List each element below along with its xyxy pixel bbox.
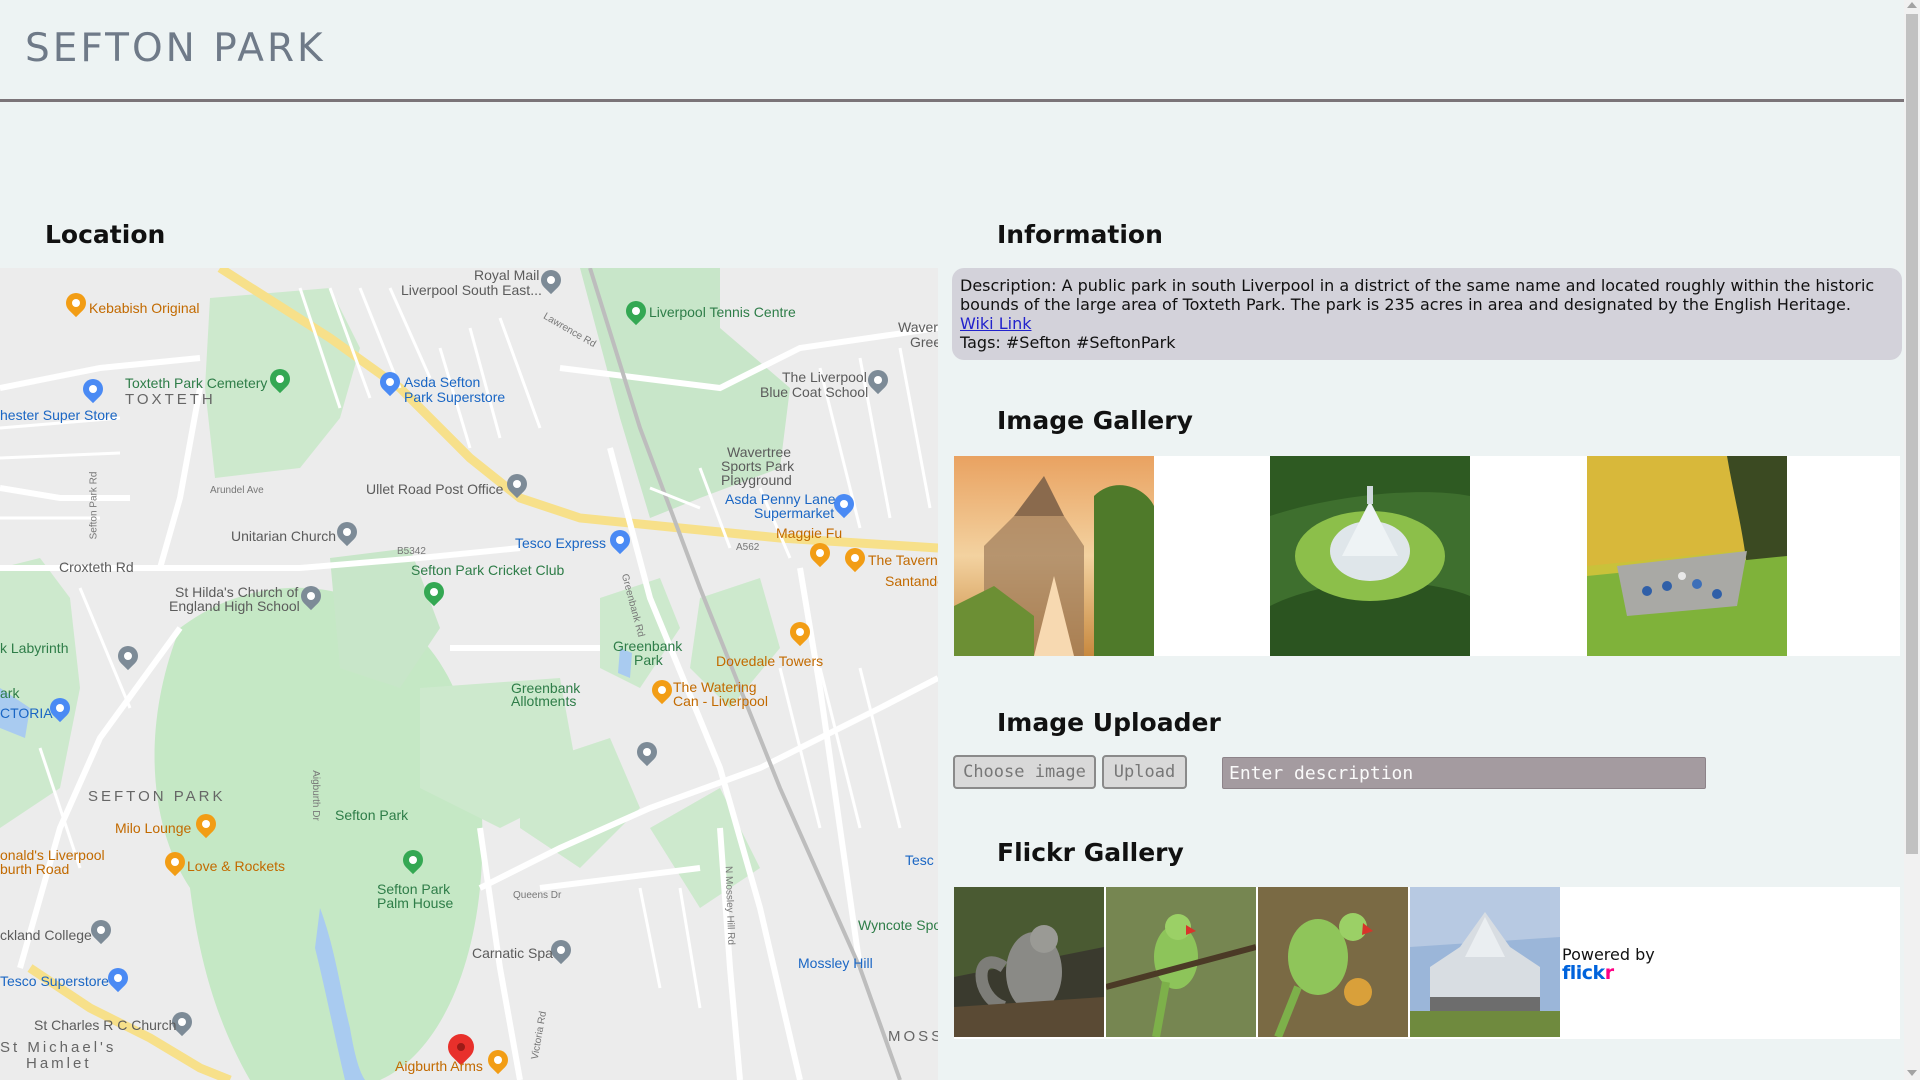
flickr-image-palm-house[interactable] (1410, 887, 1560, 1037)
map-label: Liverpool Tennis Centre (649, 304, 796, 320)
map-label: Ullet Road Post Office (366, 481, 504, 497)
map-label: burth Road (0, 861, 70, 877)
map-label: Croxteth Rd (59, 559, 134, 575)
map-label: CTORIA (0, 705, 53, 721)
map-label: Can - Liverpool (673, 693, 768, 709)
map-label: TOXTETH (125, 391, 216, 408)
map-label: ark (0, 685, 20, 701)
gallery-image-park-visitors[interactable] (1587, 456, 1787, 656)
map-label: Supermarket (754, 505, 835, 521)
description-text: Description: A public park in south Live… (960, 276, 1875, 314)
gallery-image-palm-house-aerial[interactable] (1270, 456, 1470, 656)
location-heading: Location (45, 220, 166, 249)
map-label: Playground (721, 472, 792, 488)
map-label: Sefton Park Rd (88, 471, 100, 540)
flickr-image-parakeet-1[interactable] (1106, 887, 1256, 1037)
map-label: Palm House (377, 895, 454, 911)
map-label: Blue Coat School (760, 384, 869, 400)
image-gallery (954, 456, 1900, 656)
flickr-gallery (954, 887, 1900, 1039)
map-label: Aigburth Arms (395, 1058, 483, 1074)
map-label: k Labyrinth (0, 640, 69, 656)
map-label: Love & Rockets (187, 858, 286, 874)
map-label: Tesco Express (515, 535, 607, 551)
map-label: Asda Sefton (404, 374, 481, 390)
map-label: Hamlet (26, 1055, 92, 1072)
page-title: SEFTON PARK (25, 26, 326, 71)
map-label: Unitarian Church (231, 528, 337, 544)
information-heading: Information (997, 220, 1163, 249)
map-label: The Tavern (868, 552, 938, 568)
map-label: A562 (736, 542, 760, 553)
map-label: Maggie Fu (776, 525, 843, 541)
scrollbar-thumb[interactable] (1906, 14, 1918, 854)
flickr-image-squirrel[interactable] (954, 887, 1104, 1037)
map-label: MOSS (888, 1028, 938, 1045)
map-label: B5342 (397, 546, 426, 557)
choose-image-button[interactable]: Choose image (953, 755, 1096, 789)
info-card: Description: A public park in south Live… (952, 268, 1902, 360)
map-label: Royal Mail (474, 268, 540, 283)
map-label: Park (634, 652, 663, 668)
map-label: Arundel Ave (210, 485, 264, 496)
image-uploader-heading: Image Uploader (997, 708, 1221, 737)
map-label: St Michael's (0, 1039, 117, 1056)
map-label: Sefton Park (335, 807, 409, 823)
map-label: Sefton Park Cricket Club (411, 562, 565, 578)
map-label: Queens Dr (513, 890, 562, 901)
map-label: SEFTON PARK (88, 788, 226, 805)
map-label: ckland College (0, 927, 92, 943)
scroll-down-arrow-icon[interactable] (1907, 1070, 1917, 1076)
map-label: Milo Lounge (115, 820, 192, 836)
map-label: N Mossley Hill Rd (722, 865, 737, 946)
map-label: hester Super Store (0, 407, 118, 423)
flickr-logo-part: r (1604, 962, 1614, 984)
map-label: Kebabish Original (89, 300, 200, 316)
scroll-up-arrow-icon[interactable] (1907, 2, 1917, 8)
map-label: Allotments (511, 693, 577, 709)
map-label: Dovedale Towers (716, 653, 824, 669)
map-label: England High School (169, 598, 300, 614)
gallery-image-palm-house-sunset[interactable] (954, 456, 1154, 656)
map-label: Aigburth Dr (309, 770, 321, 821)
map-label: Liverpool South East... (401, 282, 542, 298)
map-label: The Liverpool (782, 369, 867, 385)
flickr-image-parakeet-2[interactable] (1258, 887, 1408, 1037)
flickr-logo[interactable]: flickr (1562, 962, 1614, 984)
map-label: Tesc (905, 852, 934, 868)
map-label: Carnatic Spa (472, 945, 553, 961)
map-label: Wyncote Spo (858, 917, 938, 933)
powered-by-text: Powered by (1562, 945, 1655, 964)
description-input[interactable] (1222, 757, 1706, 789)
map-label: Santande (885, 573, 938, 589)
image-gallery-heading: Image Gallery (997, 406, 1193, 435)
map-label: Mossley Hill (798, 955, 873, 971)
map-label: Park Superstore (404, 389, 506, 405)
tags-text: Tags: #Sefton #SeftonPark (960, 333, 1176, 352)
map-label: Tesco Superstore (0, 973, 109, 989)
flickr-gallery-heading: Flickr Gallery (997, 838, 1184, 867)
upload-button[interactable]: Upload (1102, 755, 1187, 789)
map-label: Toxteth Park Cemetery (125, 375, 268, 391)
wiki-link[interactable]: Wiki Link (960, 314, 1031, 333)
location-map[interactable]: Royal Mail Liverpool South East... Kebab… (0, 268, 938, 1080)
header-divider (0, 99, 1904, 102)
flickr-logo-part: flick (1562, 962, 1605, 984)
map-label: Gree (910, 334, 938, 350)
map-label: St Charles R C Church (34, 1017, 177, 1033)
map-label: Waver (898, 319, 938, 335)
